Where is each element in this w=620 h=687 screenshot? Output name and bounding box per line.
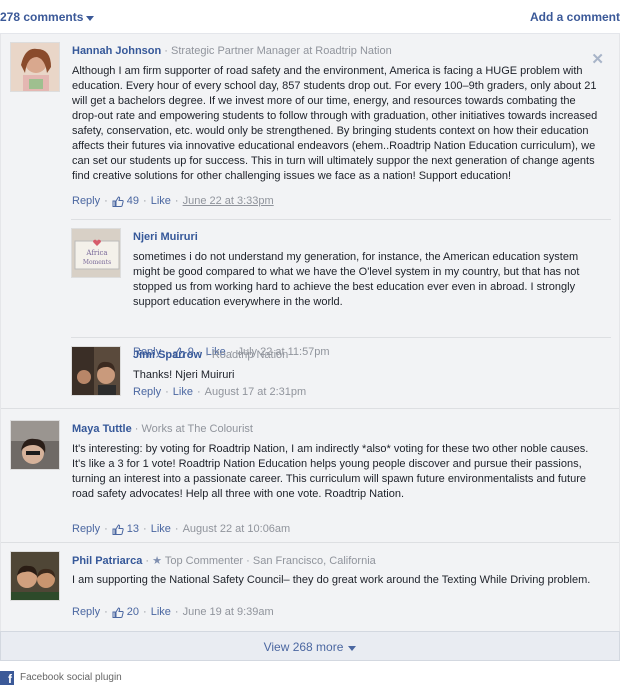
like-count[interactable]: 20: [127, 606, 139, 618]
footer-label[interactable]: Facebook social plugin: [20, 672, 122, 683]
comment-author-line: Phil Patriarca · ★ Top Commenter · San F…: [72, 555, 376, 567]
author-name-link[interactable]: Njeri Muiruri: [133, 231, 198, 243]
add-comment-link[interactable]: Add a comment: [530, 10, 620, 24]
chevron-down-icon: [86, 15, 95, 21]
comment-text: I am supporting the National Safety Coun…: [72, 574, 591, 586]
avatar-photo-icon: [11, 43, 59, 91]
like-link[interactable]: Like: [173, 386, 193, 398]
comment-actions: Reply · 49 · Like · June 22 at 3:33pm: [72, 195, 274, 207]
chevron-down-icon: [348, 646, 357, 652]
reply-link[interactable]: Reply: [133, 386, 161, 398]
author-meta: Top Commenter · San Francisco, Californi…: [161, 555, 376, 567]
avatar[interactable]: [71, 346, 121, 396]
avatar[interactable]: [10, 42, 60, 92]
like-link[interactable]: Like: [151, 195, 171, 207]
comment-text: Thanks! Njeri Muiruri: [133, 369, 235, 381]
author-name-link[interactable]: Phil Patriarca: [72, 555, 142, 567]
svg-text:Africa: Africa: [85, 249, 107, 257]
reply-link[interactable]: Reply: [72, 606, 100, 618]
comment-item: Hannah Johnson · Strategic Partner Manag…: [10, 42, 612, 218]
divider: [71, 219, 611, 220]
comment-text: sometimes i do not understand my generat…: [133, 251, 580, 308]
comments-header: 278 comments Add a comment: [0, 0, 620, 34]
comment-count-dropdown[interactable]: 278 comments: [0, 10, 95, 24]
like-count[interactable]: 13: [127, 523, 139, 535]
separator-dot: ·: [104, 606, 108, 618]
avatar-photo-icon: Africa Moments: [72, 229, 120, 277]
thumbs-up-icon: [112, 195, 124, 207]
like-link[interactable]: Like: [151, 606, 171, 618]
separator-dot: ·: [174, 195, 179, 207]
comment-list: Hannah Johnson · Strategic Partner Manag…: [0, 34, 620, 632]
facebook-logo-icon[interactable]: f: [0, 670, 14, 686]
comment-timestamp[interactable]: August 22 at 10:06am: [183, 523, 291, 535]
top-commenter-star-icon: ★: [152, 555, 162, 567]
comment-text: It's interesting: by voting for Roadtrip…: [72, 443, 589, 500]
avatar[interactable]: [10, 551, 60, 601]
avatar-photo-icon: [72, 347, 120, 395]
separator-dot: ·: [196, 386, 201, 398]
svg-text:Moments: Moments: [83, 259, 111, 266]
thumbs-up-icon: [112, 523, 124, 535]
separator-dot: ·: [143, 523, 147, 535]
comment-actions: Reply · 20 · Like · June 19 at 9:39am: [72, 606, 274, 618]
comment-author-line: Maya Tuttle · Works at The Colourist: [72, 423, 253, 435]
reply-item: Jimi Sparrow · Roadtrip Nation Thanks! N…: [71, 346, 611, 406]
avatar-photo-icon: [11, 552, 59, 600]
author-meta: · Roadtrip Nation: [202, 349, 289, 361]
separator-dot: ·: [104, 523, 108, 535]
footer: f Facebook social plugin: [0, 668, 122, 687]
avatar[interactable]: Africa Moments: [71, 228, 121, 278]
separator-dot: ·: [174, 606, 179, 618]
like-count[interactable]: 49: [127, 195, 139, 207]
divider: [1, 542, 619, 543]
comment-actions: Reply · Like · August 17 at 2:31pm: [133, 386, 306, 398]
separator-dot: ·: [143, 195, 147, 207]
comment-timestamp[interactable]: June 19 at 9:39am: [183, 606, 274, 618]
separator-dot: ·: [143, 606, 147, 618]
comment-timestamp[interactable]: August 17 at 2:31pm: [205, 386, 307, 398]
reply-item: Africa Moments Njeri Muiruri sometimes i…: [71, 228, 611, 358]
comment-item: Phil Patriarca · ★ Top Commenter · San F…: [10, 551, 612, 627]
comment-timestamp[interactable]: June 22 at 3:33pm: [183, 195, 274, 207]
view-more-button[interactable]: View 268 more: [0, 631, 620, 661]
view-more-label: View 268 more: [263, 640, 344, 654]
comment-author-line: Hannah Johnson · Strategic Partner Manag…: [72, 45, 392, 57]
separator-dot: ·: [174, 523, 179, 535]
comment-actions: Reply · 13 · Like · August 22 at 10:06am: [72, 523, 290, 535]
avatar-photo-icon: [11, 421, 59, 469]
divider: [1, 408, 619, 409]
author-name-link[interactable]: Maya Tuttle: [72, 423, 132, 435]
comment-item: Maya Tuttle · Works at The Colourist It'…: [10, 420, 612, 540]
reply-link[interactable]: Reply: [72, 523, 100, 535]
thumbs-up-icon: [112, 606, 124, 618]
like-link[interactable]: Like: [151, 523, 171, 535]
author-name-link[interactable]: Jimi Sparrow: [133, 349, 202, 361]
author-name-link[interactable]: Hannah Johnson: [72, 45, 161, 57]
comment-text: Although I am firm supporter of road saf…: [72, 65, 598, 182]
avatar[interactable]: [10, 420, 60, 470]
separator-dot: ·: [165, 386, 169, 398]
comment-author-line: Njeri Muiruri: [133, 231, 198, 243]
divider: [71, 337, 611, 338]
author-meta: · Works at The Colourist: [131, 423, 253, 435]
comment-author-line: Jimi Sparrow · Roadtrip Nation: [133, 349, 288, 361]
comment-count-label: 278 comments: [0, 10, 84, 24]
separator-dot: ·: [104, 195, 108, 207]
author-meta: · Strategic Partner Manager at Roadtrip …: [161, 45, 392, 57]
reply-link[interactable]: Reply: [72, 195, 100, 207]
